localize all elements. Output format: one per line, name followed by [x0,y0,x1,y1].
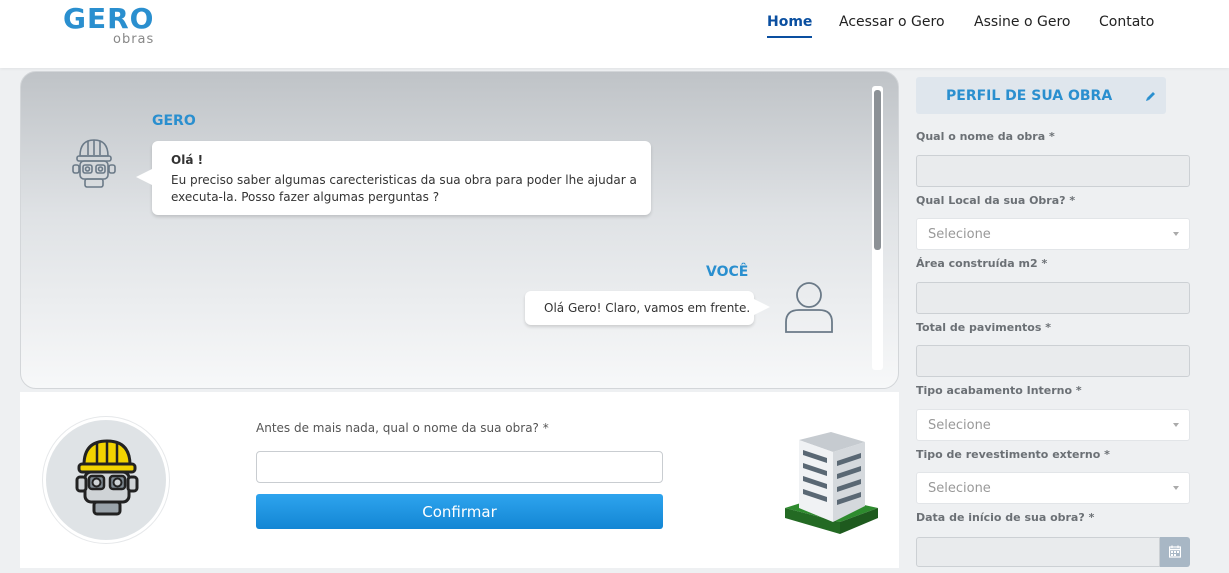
local-obra-select[interactable]: Selecione [916,218,1190,250]
field-label-area: Área construída m2 * [916,257,1048,270]
chevron-down-icon [1173,423,1179,427]
acabamento-selected: Selecione [928,418,991,433]
user-message-bubble: Olá Gero! Claro, vamos em frente. [525,291,770,325]
chat-scrollbar-thumb[interactable] [874,90,881,250]
revestimento-selected: Selecione [928,481,991,496]
question-panel: Antes de mais nada, qual o nome da sua o… [20,392,899,568]
nav-home[interactable]: Home [767,14,813,38]
profile-title: PERFIL DE SUA OBRA [946,88,1113,104]
bot-message-line1: Eu preciso saber algumas carecteristicas… [171,173,637,187]
site-header: GERO obras Home Acessar o Gero Assine o … [0,0,1229,68]
user-name: VOCÊ [706,264,749,280]
robot-icon [75,439,139,516]
logo-text: GERO [63,2,155,35]
revestimento-externo-select[interactable]: Selecione [916,472,1190,504]
nome-obra-field[interactable] [916,155,1190,187]
profile-header: PERFIL DE SUA OBRA [916,77,1166,114]
user-message-text: Olá Gero! Claro, vamos em frente. [544,301,751,315]
total-pavimentos-field[interactable] [916,345,1190,377]
gero-avatar [43,417,169,543]
user-icon [785,282,833,333]
bot-greeting: Olá ! [171,153,204,167]
building-icon [785,432,878,534]
gero-logo[interactable]: GERO obras [63,4,158,48]
chat-panel: GERO Olá ! Eu preciso saber algumas care… [20,71,899,389]
bot-name: GERO [152,113,196,129]
nav-contato[interactable]: Contato [1099,14,1154,38]
logo-subtext: obras [113,32,155,47]
field-label-nome: Qual o nome da obra * [916,130,1055,143]
nav-acessar[interactable]: Acessar o Gero [839,14,945,38]
field-label-local: Qual Local da sua Obra? * [916,194,1076,207]
area-construida-field[interactable] [916,282,1190,314]
field-label-acabamento: Tipo acabamento Interno * [916,384,1082,397]
confirm-button[interactable]: Confirmar [256,494,663,529]
data-inicio-field[interactable] [916,537,1160,567]
acabamento-interno-select[interactable]: Selecione [916,409,1190,441]
bot-message-line2: executa-la. Posso fazer algumas pergunta… [171,190,440,204]
question-label: Antes de mais nada, qual o nome da sua o… [256,421,549,435]
field-label-data: Data de início de sua obra? * [916,511,1095,524]
pencil-icon[interactable] [1145,90,1157,102]
nav-assine[interactable]: Assine o Gero [974,14,1070,38]
date-picker-button[interactable] [1160,537,1190,567]
chevron-down-icon [1173,486,1179,490]
robot-icon [72,139,116,188]
obra-name-input[interactable] [256,451,663,483]
field-label-pavimentos: Total de pavimentos * [916,321,1051,334]
field-label-revestimento: Tipo de revestimento externo * [916,448,1110,461]
chevron-down-icon [1173,232,1179,236]
calendar-icon [1169,545,1181,558]
bot-message-bubble: Olá ! Eu preciso saber algumas carecteri… [136,141,651,215]
local-obra-selected: Selecione [928,227,991,242]
